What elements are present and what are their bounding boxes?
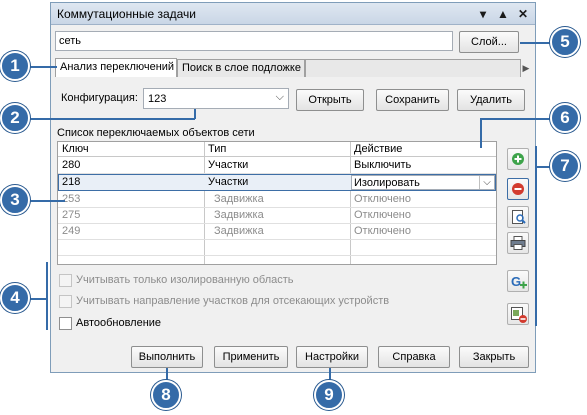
- remove-row-button[interactable]: [507, 178, 529, 200]
- action-select[interactable]: Изолировать ⌵: [351, 175, 495, 190]
- window-title: Коммутационные задачи: [57, 7, 197, 21]
- auto-update-checkbox[interactable]: [59, 317, 72, 330]
- remove-icon: [512, 183, 524, 195]
- svg-text:G: G: [511, 274, 521, 289]
- printer-icon: [510, 236, 526, 250]
- row-type[interactable]: Участки: [208, 158, 248, 173]
- column-header-type[interactable]: Тип: [208, 142, 226, 157]
- column-header-key[interactable]: Ключ: [62, 142, 89, 157]
- title-bar[interactable]: Коммутационные задачи ▾ ▲ ✕: [51, 3, 535, 25]
- save-button[interactable]: Сохранить: [376, 89, 449, 111]
- action-select-value: Изолировать: [354, 177, 420, 189]
- switching-tasks-dialog: Коммутационные задачи ▾ ▲ ✕ сеть Слой...…: [50, 2, 536, 373]
- switch-objects-grid[interactable]: Ключ Тип Действие 280 Участки Выключить …: [57, 141, 497, 265]
- layer-button[interactable]: Слой...: [459, 31, 519, 53]
- row-key[interactable]: 275: [62, 208, 80, 223]
- callout-bracket-4: [46, 262, 48, 330]
- callout-badge-8: 8: [151, 380, 181, 410]
- help-button[interactable]: Справка: [378, 346, 450, 368]
- layer-field[interactable]: сеть: [55, 31, 453, 51]
- row-action[interactable]: Выключить: [354, 158, 411, 173]
- row-type[interactable]: Участки: [208, 175, 248, 190]
- column-header-action[interactable]: Действие: [354, 142, 402, 157]
- callout-line-2: [30, 118, 195, 120]
- delete-button[interactable]: Удалить: [457, 89, 525, 111]
- callout-line-5: [520, 42, 550, 44]
- chevron-down-icon[interactable]: ⌵: [479, 176, 494, 189]
- row-action[interactable]: Отключено: [354, 224, 411, 239]
- row-type[interactable]: Задвижка: [214, 208, 264, 223]
- callout-badge-4: 4: [0, 283, 30, 313]
- callout-line-4: [30, 298, 46, 300]
- callout-badge-5: 5: [550, 27, 580, 57]
- isolated-only-checkbox[interactable]: [59, 274, 72, 287]
- add-icon: [512, 153, 524, 165]
- callout-line-6: [480, 118, 560, 120]
- isolated-only-label: Учитывать только изолированную область: [76, 274, 294, 286]
- config-label: Конфигурация:: [61, 92, 138, 104]
- open-button[interactable]: Открыть: [296, 89, 364, 111]
- remove-layer-icon: [511, 307, 527, 323]
- add-from-map-button[interactable]: G: [507, 270, 529, 292]
- callout-badge-9: 9: [314, 380, 344, 410]
- config-select[interactable]: 123 ⌵: [143, 88, 289, 109]
- close-icon[interactable]: ✕: [515, 6, 531, 22]
- row-type[interactable]: Задвижка: [214, 224, 264, 239]
- chevron-down-icon: ⌵: [275, 91, 284, 103]
- callout-badge-6: 6: [550, 103, 580, 133]
- tab-switch-analysis[interactable]: Анализ переключений: [55, 58, 177, 77]
- callout-line-2b: [194, 109, 196, 119]
- callout-line-1: [30, 66, 57, 68]
- layer-value: сеть: [59, 35, 82, 47]
- callout-badge-7: 7: [550, 151, 580, 181]
- callout-badge-3: 3: [0, 185, 30, 215]
- run-button[interactable]: Выполнить: [131, 346, 203, 368]
- collapse-icon[interactable]: ▲: [495, 6, 511, 22]
- tab-strip-filler: [305, 59, 521, 77]
- row-key[interactable]: 280: [62, 158, 80, 173]
- callout-bracket-7: [535, 146, 537, 326]
- callout-line-6b: [480, 118, 482, 148]
- cutoff-direction-checkbox[interactable]: [59, 295, 72, 308]
- cutoff-direction-label: Учитывать направление участков для отсек…: [76, 295, 390, 307]
- add-group-icon: G: [511, 274, 527, 289]
- close-button[interactable]: Закрыть: [459, 346, 529, 368]
- print-button[interactable]: [507, 232, 529, 254]
- callout-badge-1: 1: [0, 51, 30, 81]
- callout-line-3: [30, 200, 65, 202]
- grid-header: [58, 142, 496, 157]
- row-action[interactable]: Отключено: [354, 208, 411, 223]
- callout-badge-2: 2: [0, 103, 30, 133]
- row-type[interactable]: Задвижка: [214, 192, 264, 207]
- list-title: Список переключаемых объектов сети: [57, 127, 255, 139]
- dropdown-icon[interactable]: ▾: [475, 6, 491, 22]
- config-value: 123: [148, 93, 167, 105]
- settings-button[interactable]: Настройки: [296, 346, 368, 368]
- tab-scroll-right-icon[interactable]: ▶: [519, 59, 533, 77]
- add-row-button[interactable]: [507, 148, 529, 170]
- preview-icon: [512, 210, 526, 224]
- row-key[interactable]: 249: [62, 224, 80, 239]
- row-action[interactable]: Отключено: [354, 192, 411, 207]
- preview-button[interactable]: [507, 206, 529, 228]
- row-key[interactable]: 218: [62, 175, 80, 190]
- tab-base-layer-search[interactable]: Поиск в слое подложке: [177, 59, 305, 77]
- auto-update-label: Автообновление: [76, 317, 162, 329]
- remove-from-map-button[interactable]: [507, 303, 529, 325]
- apply-button[interactable]: Применить: [214, 346, 288, 368]
